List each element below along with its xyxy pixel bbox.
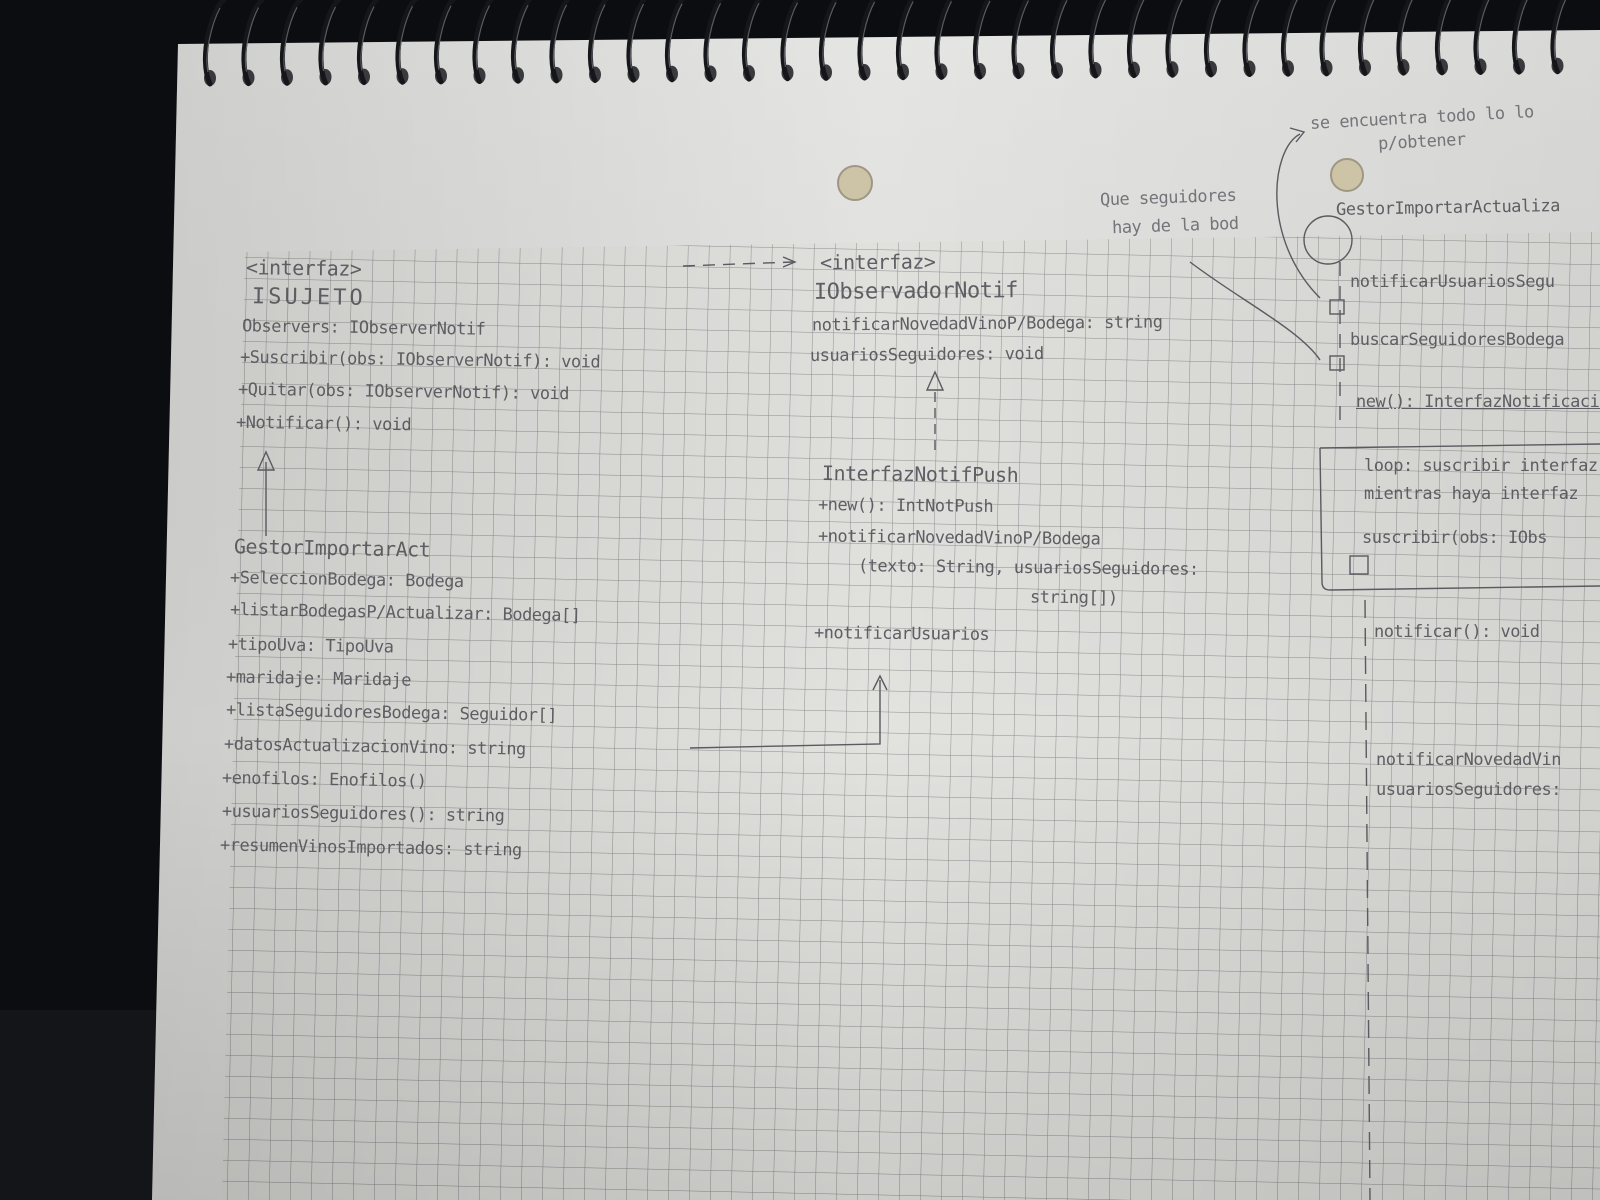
gestor-attribute: +enofilos: Enofilos() (221, 768, 427, 792)
push-method: +notificarNovedadVinoP/Bodega (817, 526, 1101, 550)
sequence-message: notificar(): void (1374, 622, 1540, 642)
observer-method: notificarNovedadVinoP/Bodega: string (811, 312, 1163, 336)
observer-name: IObservadorNotif (813, 278, 1019, 305)
push-method: +new(): IntNotPush (817, 495, 994, 517)
punch-hole (837, 165, 873, 201)
sequence-message: usuariosSeguidores: (1376, 780, 1561, 800)
sequence-message: notificarUsuariosSegu (1350, 272, 1555, 292)
push-method-params: (texto: String, usuariosSeguidores: (857, 556, 1199, 580)
sequence-message: notificarNovedadVin (1376, 750, 1561, 770)
subject-attribute: Observers: IObserverNotif (241, 316, 486, 340)
push-method-params: string[]) (1029, 587, 1118, 609)
table-surface (0, 1010, 160, 1200)
sequence-message: new(): InterfazNotificacion (1356, 392, 1600, 412)
loop-condition: mientras haya interfaz (1364, 484, 1579, 504)
lifeline-label: GestorImportarActualiza (1335, 196, 1561, 220)
observer-stereotype: <interfaz> (819, 249, 936, 275)
push-class-name: InterfazNotifPush (821, 460, 1019, 488)
sequence-message: suscribir(obs: IObs (1362, 528, 1547, 548)
gestor-attribute: +tipoUva: TipoUva (227, 634, 394, 658)
gestor-attribute: +maridaje: Maridaje (225, 667, 412, 691)
push-method: +notificarUsuarios (813, 623, 990, 645)
loop-label: loop: suscribir interfaz (1364, 456, 1598, 476)
subject-stereotype: <interfaz> (245, 255, 362, 281)
subject-name: ISUJETO (251, 284, 366, 311)
punch-hole (1330, 158, 1364, 192)
observer-method: usuariosSeguidores: void (809, 343, 1044, 367)
sequence-message: buscarSeguidoresBodega (1350, 330, 1565, 350)
gestor-attribute: +SeleccionBodega: Bodega (229, 567, 464, 593)
gestor-class-name: GestorImportarAct (233, 534, 431, 562)
subject-method: +Notificar(): void (235, 412, 412, 436)
